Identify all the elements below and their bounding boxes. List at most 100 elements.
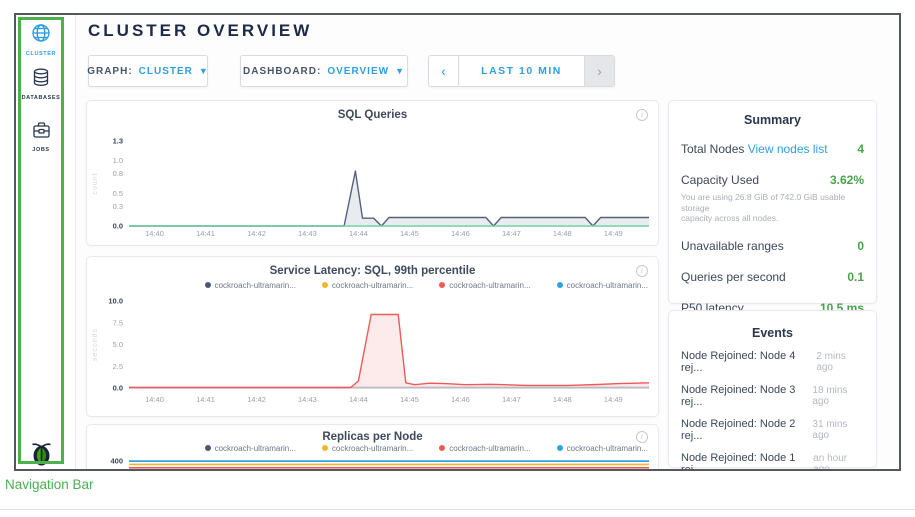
chart-legend: cockroach-ultramarin... cockroach-ultrama… xyxy=(205,279,648,291)
legend-label: cockroach-ultramarin... xyxy=(567,281,648,290)
legend-label: cockroach-ultramarin... xyxy=(215,281,296,290)
event-label[interactable]: Node Rejoined: Node 4 rej... xyxy=(681,350,816,374)
navigation-bar: CLUSTER DATABASES xyxy=(16,15,76,469)
graph-dropdown-label: GRAPH: xyxy=(87,66,132,77)
bottom-divider xyxy=(0,509,915,510)
chart-title: Service Latency: SQL, 99th percentile xyxy=(87,265,658,277)
legend-dot-icon xyxy=(439,445,445,451)
legend-item[interactable]: cockroach-ultramarin... xyxy=(557,444,648,453)
legend-item[interactable]: cockroach-ultramarin... xyxy=(205,281,296,290)
sql-queries-plot: 0.0 0.3 0.5 0.8 1.0 1.3 14:40 14:41 14:42 14:43 14… xyxy=(87,125,660,239)
replicas-per-node-plot: 400 xyxy=(87,453,660,471)
svg-text:14:43: 14:43 xyxy=(298,229,317,238)
info-icon[interactable]: i xyxy=(636,109,648,121)
svg-text:400: 400 xyxy=(110,457,123,466)
summary-subtext: You are using 26.8 GiB of 742.0 GiB usab… xyxy=(681,192,864,213)
svg-text:14:49: 14:49 xyxy=(604,229,623,238)
legend-label: cockroach-ultramarin... xyxy=(449,281,530,290)
event-time: an hour ago xyxy=(813,453,864,471)
event-label[interactable]: Node Rejoined: Node 1 rej... xyxy=(681,452,813,471)
event-row: Node Rejoined: Node 1 rej...an hour ago xyxy=(681,452,864,471)
screenshot-stage: CLUSTER DATABASES xyxy=(0,0,915,517)
sql-queries-chart-card: SQL Queries i 0.0 0.3 0.5 0.8 1.0 1.3 14:40 14:… xyxy=(86,100,659,246)
time-range-value[interactable]: LAST 10 MIN xyxy=(459,56,584,86)
annotation-label: Navigation Bar xyxy=(5,477,94,492)
svg-text:14:46: 14:46 xyxy=(451,229,470,238)
legend-dot-icon xyxy=(557,445,563,451)
page-title: CLUSTER OVERVIEW xyxy=(88,21,312,41)
svg-text:14:41: 14:41 xyxy=(196,229,215,238)
legend-item[interactable]: cockroach-ultramarin... xyxy=(322,444,413,453)
event-label[interactable]: Node Rejoined: Node 2 rej... xyxy=(681,418,812,442)
event-row: Node Rejoined: Node 3 rej...18 mins ago xyxy=(681,384,864,408)
time-range-next-button[interactable]: › xyxy=(584,56,614,86)
svg-text:0.5: 0.5 xyxy=(113,189,123,198)
legend-dot-icon xyxy=(439,282,445,288)
summary-value: 3.62% xyxy=(830,173,864,187)
view-nodes-list-link[interactable]: View nodes list xyxy=(744,142,827,156)
sidebar-item-label: DATABASES xyxy=(18,95,64,101)
svg-text:1.0: 1.0 xyxy=(113,156,123,165)
svg-text:14:49: 14:49 xyxy=(604,395,623,404)
browser-window: CLUSTER DATABASES xyxy=(14,13,901,471)
summary-value: 0.1 xyxy=(847,270,864,284)
svg-text:5.0: 5.0 xyxy=(113,340,123,349)
event-rows: Node Rejoined: Node 4 rej...2 mins agoNo… xyxy=(681,350,864,471)
event-time: 31 mins ago xyxy=(812,419,864,441)
svg-text:14:45: 14:45 xyxy=(400,229,419,238)
svg-text:14:46: 14:46 xyxy=(451,395,470,404)
chart-title: SQL Queries xyxy=(87,109,658,121)
replicas-per-node-chart-card: Replicas per Node i cockroach-ultramarin… xyxy=(86,424,659,471)
dashboard-dropdown-value: OVERVIEW xyxy=(327,66,389,77)
event-row: Node Rejoined: Node 2 rej...31 mins ago xyxy=(681,418,864,442)
dashboard-dropdown-label: DASHBOARD: xyxy=(243,66,321,77)
globe-icon xyxy=(31,30,51,47)
summary-label: Total Nodes xyxy=(681,142,744,156)
svg-text:0.0: 0.0 xyxy=(113,222,123,231)
svg-text:14:48: 14:48 xyxy=(553,229,572,238)
event-label[interactable]: Node Rejoined: Node 3 rej... xyxy=(681,384,812,408)
summary-label: Unavailable ranges xyxy=(681,239,784,253)
svg-text:0.8: 0.8 xyxy=(113,169,123,178)
legend-item[interactable]: cockroach-ultramarin... xyxy=(205,444,296,453)
legend-dot-icon xyxy=(557,282,563,288)
legend-item[interactable]: cockroach-ultramarin... xyxy=(439,281,530,290)
info-icon[interactable]: i xyxy=(636,265,648,277)
legend-dot-icon xyxy=(322,282,328,288)
chevron-down-icon: ▼ xyxy=(395,66,405,76)
event-row: Node Rejoined: Node 4 rej...2 mins ago xyxy=(681,350,864,374)
service-latency-chart-card: Service Latency: SQL, 99th percentile i … xyxy=(86,256,659,417)
legend-item[interactable]: cockroach-ultramarin... xyxy=(439,444,530,453)
svg-text:14:45: 14:45 xyxy=(400,395,419,404)
svg-text:1.3: 1.3 xyxy=(113,137,123,146)
svg-text:7.5: 7.5 xyxy=(113,318,123,327)
svg-text:0.3: 0.3 xyxy=(113,202,123,211)
legend-item[interactable]: cockroach-ultramarin... xyxy=(322,281,413,290)
svg-text:14:42: 14:42 xyxy=(247,395,266,404)
svg-text:14:47: 14:47 xyxy=(502,395,521,404)
dashboard-dropdown[interactable]: DASHBOARD: OVERVIEW ▼ xyxy=(240,55,408,87)
sidebar-item-databases[interactable]: DATABASES xyxy=(18,68,64,101)
summary-row: Queries per second0.1 xyxy=(681,268,864,286)
legend-label: cockroach-ultramarin... xyxy=(567,444,648,453)
graph-dropdown-value: CLUSTER xyxy=(139,66,193,77)
cockroachdb-logo[interactable] xyxy=(18,439,64,471)
sidebar-item-jobs[interactable]: JOBS xyxy=(18,121,64,153)
legend-label: cockroach-ultramarin... xyxy=(215,444,296,453)
summary-row: Total Nodes View nodes list4 xyxy=(681,140,864,158)
svg-text:count: count xyxy=(92,172,99,194)
svg-text:0.0: 0.0 xyxy=(113,384,123,393)
legend-item[interactable]: cockroach-ultramarin... xyxy=(557,281,648,290)
time-range-prev-button[interactable]: ‹ xyxy=(429,56,459,86)
svg-text:14:42: 14:42 xyxy=(247,229,266,238)
legend-label: cockroach-ultramarin... xyxy=(449,444,530,453)
graph-dropdown[interactable]: GRAPH: CLUSTER ▼ xyxy=(88,55,208,87)
summary-subtext: capacity across all nodes. xyxy=(681,213,864,224)
svg-text:14:40: 14:40 xyxy=(145,229,164,238)
sidebar-item-cluster[interactable]: CLUSTER xyxy=(18,23,64,57)
sidebar-item-label: CLUSTER xyxy=(18,51,64,57)
databases-icon xyxy=(32,74,50,91)
events-panel: Events Node Rejoined: Node 4 rej...2 min… xyxy=(668,310,877,468)
time-range-selector: ‹ LAST 10 MIN › xyxy=(428,55,615,87)
svg-text:14:47: 14:47 xyxy=(502,229,521,238)
